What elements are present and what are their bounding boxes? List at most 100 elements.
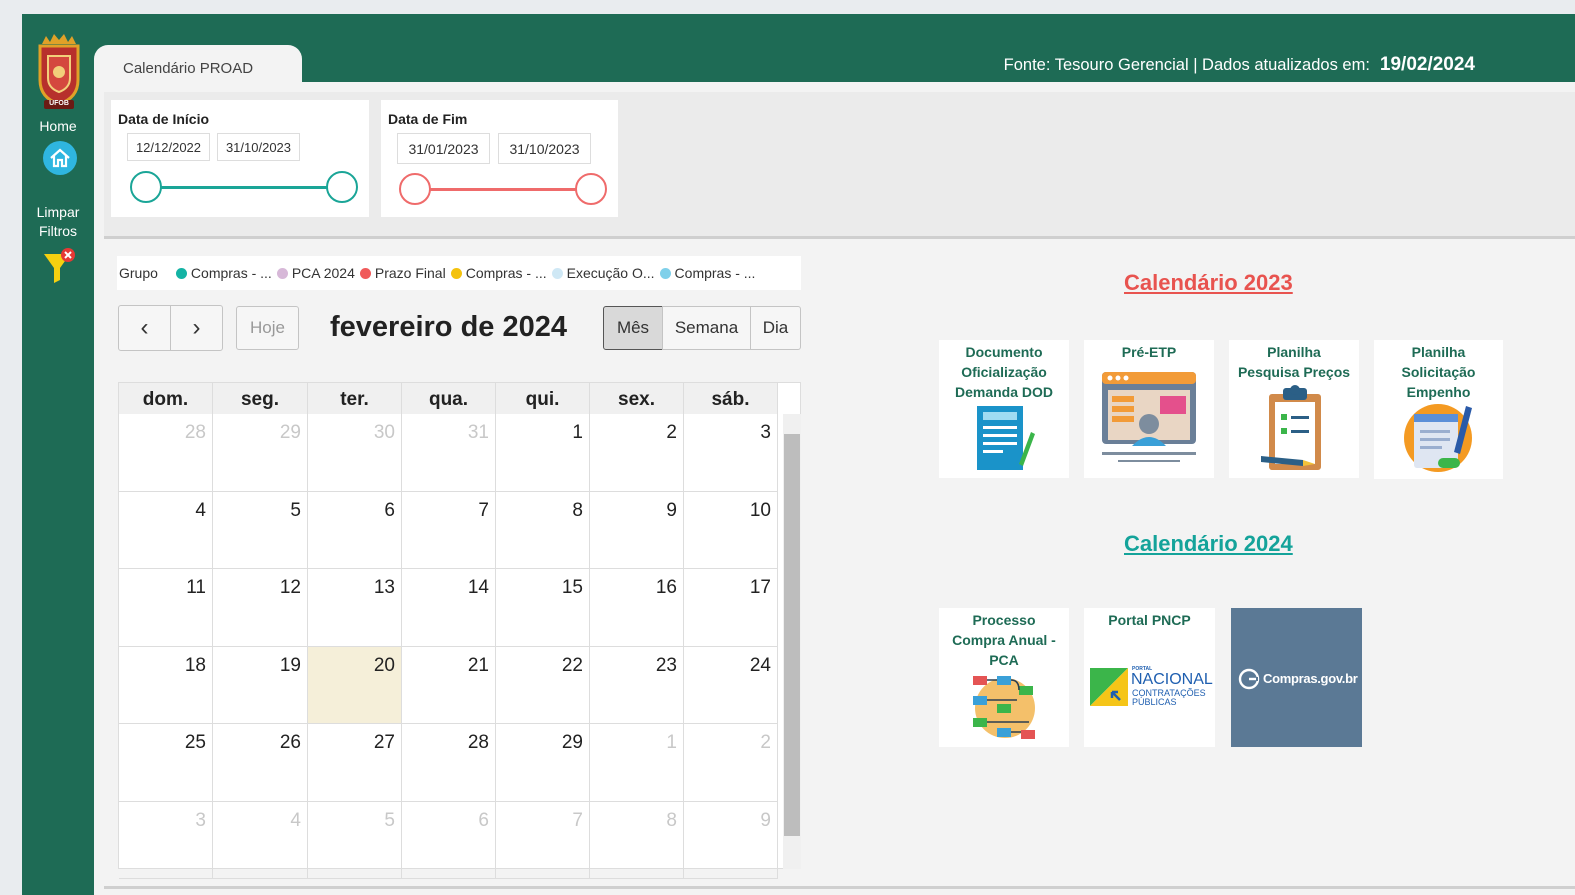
calendar-day-cell[interactable]: 6 [308,491,402,569]
calendar-day-cell[interactable]: 20 [308,646,402,724]
home-label[interactable]: Home [22,116,94,136]
calendar-day-cell[interactable]: 30 [308,414,402,492]
calendar-day-cell[interactable]: 27 [308,724,402,802]
calendar-day-cell[interactable]: 28 [119,414,213,492]
source-label: Fonte: Tesouro Gerencial | Dados atualiz… [1003,56,1370,74]
next-month-button[interactable]: › [170,305,223,351]
calendar-day-cell[interactable]: 12 [213,569,308,647]
calendar-day-cell[interactable]: 15 [496,569,590,647]
legend-item[interactable]: PCA 2024 [276,265,355,281]
calendar-day-cell[interactable]: 7 [402,491,496,569]
scrollbar-thumb[interactable] [784,434,800,836]
tab-calendario-proad[interactable]: Calendário PROAD [94,45,302,85]
calendar-day-cell[interactable]: 5 [213,491,308,569]
calendar-day-cell[interactable]: 6 [402,801,496,879]
calendar-day-cell[interactable]: 28 [402,724,496,802]
view-day-button[interactable]: Dia [750,306,801,350]
calendar-day-cell[interactable]: 29 [213,414,308,492]
calendar-day-cell[interactable]: 1 [590,724,684,802]
start-slider-max-handle[interactable] [326,171,358,203]
calendar-day-cell[interactable]: 14 [402,569,496,647]
calendar-day-cell[interactable]: 1 [496,414,590,492]
calendar-day-cell[interactable]: 4 [119,491,213,569]
calendar-2023-title[interactable]: Calendário 2023 [1124,270,1293,296]
calendar-day-cell[interactable]: 24 [684,646,778,724]
calendar-day-cell[interactable]: 19 [213,646,308,724]
legend-dot [276,267,288,279]
view-month-button[interactable]: Mês [603,306,663,350]
calendar-day-cell[interactable]: 5 [308,801,402,879]
card-label-line: Pesquisa Preços [1237,364,1351,380]
calendar-day-cell[interactable]: 29 [496,724,590,802]
clear-filter-icon[interactable] [42,246,78,286]
start-from-input[interactable]: 12/12/2022 [127,133,210,161]
legend-label: Compras - ... [674,265,756,281]
end-slider-max-handle[interactable] [575,173,607,205]
calendar-title: fevereiro de 2024 [330,311,567,343]
empenho-request-link-card[interactable]: Planilha Solicitação Empenho [1374,340,1503,479]
calendar-day-cell[interactable]: 31 [402,414,496,492]
clear-filters-label-1[interactable]: Limpar [22,202,94,222]
price-research-link-card[interactable]: Planilha Pesquisa Preços [1229,340,1359,478]
calendar-day-cell[interactable]: 4 [213,801,308,879]
legend-item[interactable]: Prazo Final [359,265,446,281]
calendar-day-cell[interactable]: 10 [684,491,778,569]
end-slider-track[interactable] [415,188,591,191]
calendar-day-cell[interactable]: 2 [590,414,684,492]
calendar-day-cell[interactable]: 2 [684,724,778,802]
prev-month-button[interactable]: ‹ [118,305,171,351]
data-source-text: Fonte: Tesouro Gerencial | Dados atualiz… [1004,54,1475,76]
calendar-day-cell[interactable]: 3 [684,414,778,492]
calendar-day-cell[interactable]: 22 [496,646,590,724]
flowchart-icon [973,676,1035,739]
legend-item[interactable]: Compras - ... [175,265,272,281]
card-label-line: Oficialização [961,364,1047,380]
document-icon [977,406,1035,470]
start-slider-min-handle[interactable] [130,171,162,203]
calendar-day-cell[interactable]: 13 [308,569,402,647]
start-slider-track[interactable] [147,186,343,189]
calendar-day-cell[interactable]: 23 [590,646,684,724]
weekday-header: ter. [308,383,402,414]
view-week-button[interactable]: Semana [662,306,751,350]
dod-link-card[interactable]: Documento Oficialização Demanda DOD [939,340,1069,478]
compras-gov-link-card[interactable]: Compras.gov.br [1231,608,1362,747]
legend-item[interactable]: Compras - ... [659,265,756,281]
end-slider-min-handle[interactable] [399,173,431,205]
legend-title: Grupo [119,265,158,281]
pca-link-card[interactable]: Processo Compra Anual - PCA [939,608,1069,747]
sidebar: UFOB Home Limpar Filtros [22,14,94,895]
card-label-line: Planilha [1267,344,1321,360]
bottom-divider [104,886,1575,889]
legend-label: Execução O... [566,265,655,281]
calendar-day-cell[interactable]: 25 [119,724,213,802]
calendar-day-cell[interactable]: 9 [684,801,778,879]
calendar-legend: Grupo Compras - ... PCA 2024 Prazo Final… [117,256,801,290]
portal-pncp-link-card[interactable]: Portal PNCP PORTAL NACIONAL CONTRATAÇÕES… [1084,608,1215,747]
calendar-day-cell[interactable]: 16 [590,569,684,647]
calendar-scrollbar[interactable] [783,414,801,869]
form-pen-icon [1404,404,1472,472]
pre-etp-link-card[interactable]: Pré-ETP [1084,340,1214,478]
calendar-day-cell[interactable]: 8 [496,491,590,569]
calendar-day-cell[interactable]: 21 [402,646,496,724]
calendar-day-cell[interactable]: 8 [590,801,684,879]
legend-item[interactable]: Compras - ... [450,265,547,281]
calendar-2024-title[interactable]: Calendário 2024 [1124,531,1293,557]
today-button[interactable]: Hoje [236,306,299,350]
calendar-day-cell[interactable]: 3 [119,801,213,879]
calendar-day-cell[interactable]: 11 [119,569,213,647]
calendar-day-cell[interactable]: 26 [213,724,308,802]
clear-filters-label-2[interactable]: Filtros [22,221,94,241]
calendar-day-cell[interactable]: 7 [496,801,590,879]
card-label-line: Compra Anual - [952,632,1056,648]
calendar-day-cell[interactable]: 18 [119,646,213,724]
calendar-day-cell[interactable]: 9 [590,491,684,569]
end-from-input[interactable]: 31/01/2023 [397,133,490,164]
calendar-day-cell[interactable]: 17 [684,569,778,647]
home-icon[interactable] [43,141,77,175]
legend-item[interactable]: Execução O... [551,265,655,281]
end-to-input[interactable]: 31/10/2023 [498,133,591,164]
start-to-input[interactable]: 31/10/2023 [217,133,300,161]
card-label-line: Processo [972,612,1036,628]
